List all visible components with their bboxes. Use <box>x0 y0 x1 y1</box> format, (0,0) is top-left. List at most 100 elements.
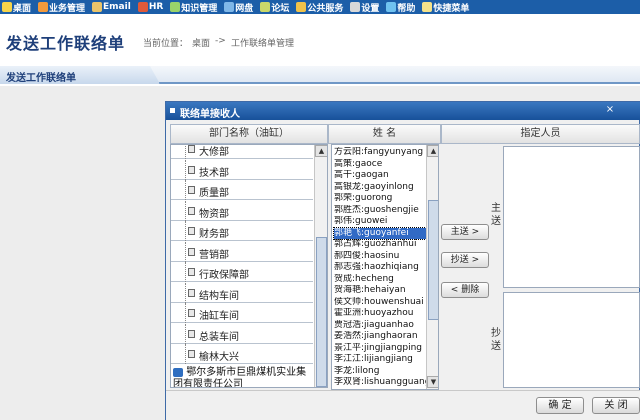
scroll-down-icon[interactable]: ▼ <box>427 376 438 388</box>
user-icon <box>38 2 49 12</box>
dept-item[interactable]: 技术部 <box>171 159 313 180</box>
close-button[interactable]: 关 闭 <box>592 397 640 414</box>
assigned-column-header: 指定人员 <box>441 124 640 144</box>
tree-line <box>185 262 186 282</box>
menu-item-label: 知识管理 <box>181 3 218 14</box>
close-icon[interactable]: × <box>602 103 618 117</box>
menu-item-knowledge[interactable]: 知识管理 <box>168 1 217 14</box>
menu-item-label: 业务管理 <box>49 3 86 14</box>
name-option[interactable]: 郝四俊:haosinu <box>334 251 428 262</box>
menu-item-business[interactable]: 业务管理 <box>36 1 85 14</box>
tree-line <box>185 241 186 262</box>
dept-item[interactable]: 物资部 <box>171 200 313 221</box>
delete-button[interactable]: < 删除 <box>441 282 489 298</box>
menu-item-shortcut[interactable]: 快捷菜单 <box>420 1 469 14</box>
help-icon <box>386 2 397 12</box>
name-option[interactable]: 高银龙:gaoyinlong <box>334 182 428 193</box>
name-option[interactable]: 霍亚洲:huoyazhou <box>334 308 428 319</box>
name-listbox[interactable]: 方云阳:fangyunyang 高策:gaoce 高干:gaogan 高银龙:gaoy… <box>331 144 439 390</box>
tree-line <box>185 323 186 344</box>
menu-item-label: 论坛 <box>271 3 290 14</box>
dept-item[interactable]: 大修部 <box>171 145 313 159</box>
name-option[interactable]: 郭伟:guowei <box>334 216 428 227</box>
section-tabstrip: 发送工作联络单 <box>0 66 640 84</box>
name-option[interactable]: 郭胜杰:guoshengjie <box>334 205 428 216</box>
dept-leaf-icon <box>188 206 195 215</box>
name-option[interactable]: 郭荣:guorong <box>334 193 428 204</box>
name-option[interactable]: 郭占辉:guozhanhui <box>334 239 428 250</box>
dept-root-company[interactable]: 鄂尔多斯市巨鼎煤机实业集团有限责任公司 <box>173 367 315 388</box>
cc-recipient-box[interactable] <box>503 292 640 388</box>
dept-item-label: 榆林大兴 <box>199 352 239 363</box>
menu-item-forum[interactable]: 论坛 <box>258 1 289 14</box>
menu-item-disk[interactable]: 网盘 <box>222 1 253 14</box>
name-option[interactable]: 高干:gaogan <box>334 170 428 181</box>
menu-item-email[interactable]: Email <box>90 2 131 12</box>
dept-leaf-icon <box>188 247 195 256</box>
name-scrollbar[interactable]: ▲ ▼ <box>426 145 438 389</box>
desktop-icon <box>2 2 12 12</box>
scroll-thumb[interactable] <box>316 237 327 387</box>
dept-item-label: 结构车间 <box>199 290 239 302</box>
add-cc-button[interactable]: 抄送 > <box>441 252 489 268</box>
menu-item-desktop[interactable]: 桌面 <box>0 1 31 14</box>
name-option[interactable]: 贾冠浩:jiaguanhao <box>334 320 428 331</box>
dept-item[interactable]: 榆林大兴 <box>171 344 313 364</box>
dept-item[interactable]: 营销部 <box>171 241 313 262</box>
name-option[interactable]: 高策:gaoce <box>334 159 428 170</box>
dialog-titlebar[interactable]: 联络单接收人 × <box>166 102 640 120</box>
service-icon <box>296 2 307 12</box>
dept-leaf-icon <box>188 329 195 338</box>
dialog-title: 联络单接收人 <box>180 109 240 120</box>
name-option[interactable]: 侯文帅:houwenshuai <box>334 297 428 308</box>
ok-button[interactable]: 确 定 <box>536 397 584 414</box>
dept-item[interactable]: 行政保障部 <box>171 262 313 282</box>
shortcut-icon <box>422 2 433 12</box>
name-option[interactable]: 方云阳:fangyunyang <box>334 147 428 158</box>
dept-leaf-icon <box>188 350 195 358</box>
menu-item-label: 设置 <box>361 3 380 14</box>
dept-leaf-icon <box>188 165 195 174</box>
menu-item-service[interactable]: 公共服务 <box>294 1 343 14</box>
name-option[interactable]: 贺成:hecheng <box>334 274 428 285</box>
menu-item-label: 帮助 <box>397 3 416 14</box>
name-option[interactable]: 李双肾:lishuangguang <box>334 377 428 388</box>
menu-item-hr[interactable]: HR <box>136 2 163 12</box>
dept-item[interactable]: 财务部 <box>171 221 313 241</box>
gear-icon <box>350 2 361 12</box>
name-option[interactable]: 郭艳飞:guoyanfei <box>333 226 429 240</box>
dept-leaf-icon <box>188 288 195 297</box>
department-tree[interactable]: 大修部 技术部 质量部 物资部 财务部 营销部 行政保障部 结构车间 油缸车间 总装车间 榆林大兴 … <box>170 144 328 388</box>
name-option[interactable]: 李江江:lijiangjiang <box>334 354 428 365</box>
menu-item-label: 快捷菜单 <box>433 3 470 14</box>
dept-item[interactable]: 油缸车间 <box>171 303 313 323</box>
menu-item-settings[interactable]: 设置 <box>348 1 379 14</box>
dept-item[interactable]: 结构车间 <box>171 282 313 303</box>
knowledge-icon <box>170 2 181 12</box>
name-option[interactable]: 李龙:lilong <box>334 366 428 377</box>
dept-item-label: 技术部 <box>199 167 229 179</box>
tree-line <box>185 303 186 323</box>
scroll-up-icon[interactable]: ▲ <box>315 145 327 157</box>
name-option[interactable]: 贺海艳:hehaiyan <box>334 285 428 296</box>
breadcrumb-home[interactable]: 桌面 <box>192 36 210 49</box>
add-main-button[interactable]: 主送 > <box>441 224 489 240</box>
breadcrumb-separator: -> <box>215 36 226 46</box>
tab-send-contact-form[interactable]: 发送工作联络单 <box>0 66 160 84</box>
name-option[interactable]: 姜浩然:jianghaoran <box>334 331 428 342</box>
breadcrumb-label: 当前位置： <box>143 39 189 49</box>
name-option[interactable]: 景江平:jingjiangping <box>334 343 428 354</box>
dept-root-label: 鄂尔多斯市巨鼎煤机实业集团有限责任公司 <box>173 367 307 388</box>
dept-item[interactable]: 总装车间 <box>171 323 313 344</box>
dept-item[interactable]: 质量部 <box>171 180 313 200</box>
menu-item-label: HR <box>148 2 164 12</box>
name-option[interactable]: 郝志强:haozhiqiang <box>334 262 428 273</box>
main-recipient-box[interactable] <box>503 146 640 288</box>
scroll-up-icon[interactable]: ▲ <box>427 145 438 157</box>
dept-item-label: 质量部 <box>199 188 229 199</box>
menu-item-help[interactable]: 帮助 <box>384 1 415 14</box>
dept-column-header: 部门名称（油缸） <box>170 124 328 144</box>
scroll-thumb[interactable] <box>428 200 438 320</box>
cc-recipient-label: 抄送 <box>491 328 501 352</box>
dept-scrollbar[interactable]: ▲ <box>314 145 327 387</box>
